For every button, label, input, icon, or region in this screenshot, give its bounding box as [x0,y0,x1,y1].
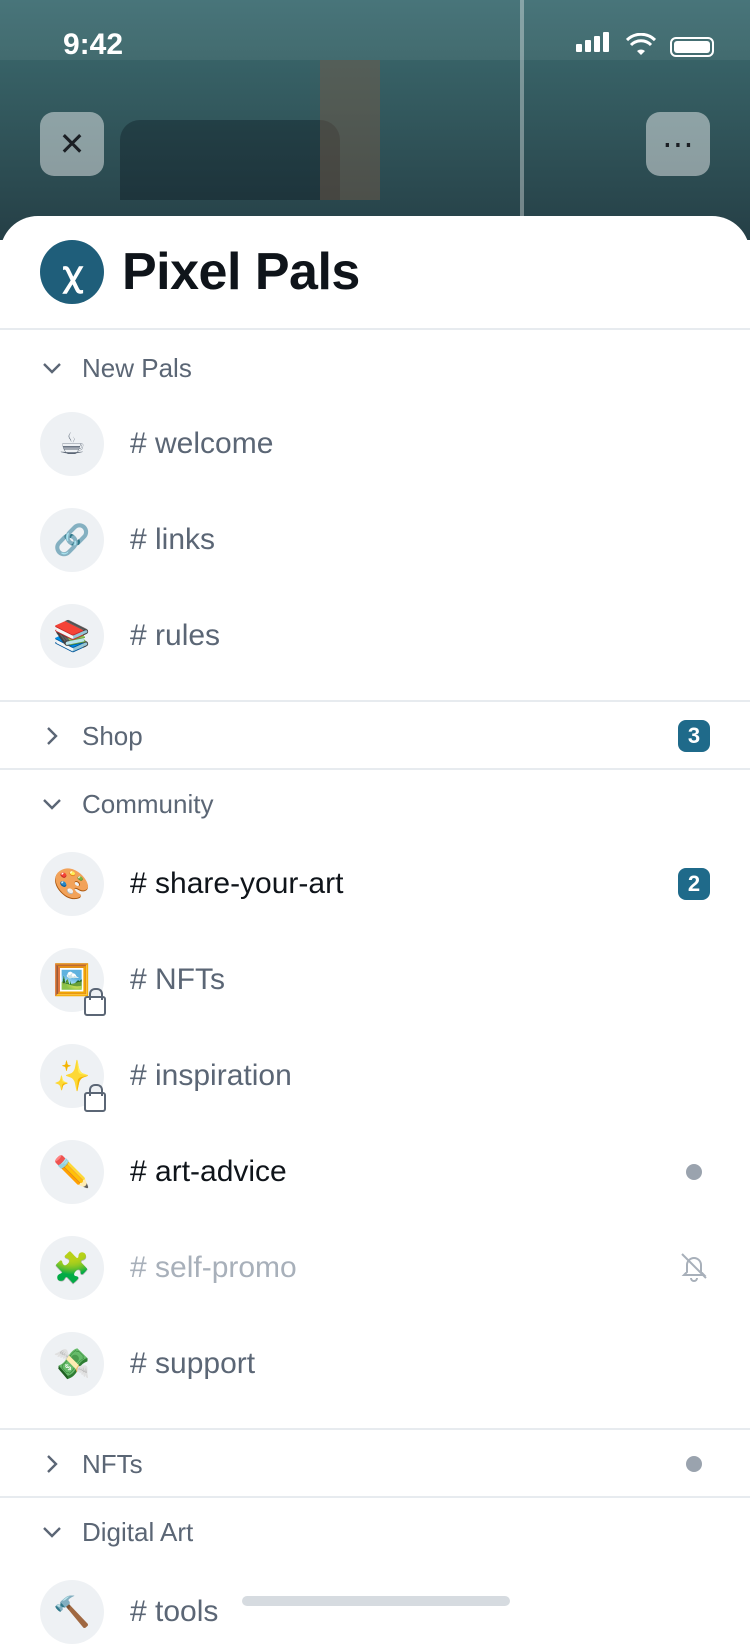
status-icons [576,32,714,57]
pencil-icon: ✏️ [40,1140,104,1204]
books-icon: 📚 [40,604,104,668]
channel-name: # share-your-art [130,867,344,900]
section-community[interactable]: Community [40,784,213,824]
unread-dot [686,1164,702,1180]
section-new-pals[interactable]: New Pals [40,348,192,388]
section-title: Digital Art [82,1516,194,1547]
divider [0,1496,750,1498]
channel-nfts[interactable]: 🖼️ # NFTs [40,948,710,1016]
channel-emoji: ✨ [53,1059,91,1093]
palette-icon: 🎨 [40,852,104,916]
divider [0,328,750,330]
more-button[interactable]: ⋯ [646,112,710,176]
section-title: New Pals [82,352,192,383]
channel-name: # welcome [130,427,274,460]
more-icon: ⋯ [662,126,694,162]
close-button[interactable]: ✕ [40,112,104,176]
channel-name: # art-advice [130,1155,287,1188]
sparkles-icon: ✨ [40,1044,106,1112]
lock-icon [84,1084,106,1112]
chevron-right-icon [47,1455,58,1473]
chevron-down-icon [43,799,61,810]
channel-emoji: 🖼️ [53,963,91,997]
server-header: ꭓ Pixel Pals [40,240,360,304]
chevron-right-icon [47,727,58,745]
chevron-down-icon [43,363,61,374]
section-nfts[interactable]: NFTs [40,1444,710,1484]
section-shop[interactable]: Shop 3 [40,716,710,756]
divider [0,1428,750,1430]
section-title: NFTs [82,1448,143,1479]
unread-badge: 2 [678,868,710,900]
section-digital-art[interactable]: Digital Art [40,1512,193,1552]
channel-sheet: ꭓ Pixel Pals New Pals ☕ # welcome 🔗 # li… [0,216,750,1644]
section-title: Community [82,788,214,819]
channel-tools[interactable]: 🔨 # tools [40,1580,710,1644]
channel-welcome[interactable]: ☕ # welcome [40,412,710,476]
puzzle-icon: 🧩 [40,1236,104,1300]
signal-icon [576,32,612,57]
channel-name: # rules [130,619,221,652]
channel-name: # inspiration [130,1059,292,1092]
channel-rules[interactable]: 📚 # rules [40,604,710,668]
framed-picture-icon: 🖼️ [40,948,106,1016]
channel-name: # support [130,1347,256,1380]
unread-dot [686,1456,702,1472]
channel-support[interactable]: 💸 # support [40,1332,710,1396]
server-banner: 9:42 ✕ ⋯ [0,0,750,240]
divider [0,768,750,770]
link-icon: 🔗 [40,508,104,572]
unread-badge: 3 [678,720,710,752]
divider [0,700,750,702]
section-title: Shop [82,720,143,751]
channel-inspiration[interactable]: ✨ # inspiration [40,1044,710,1112]
hammer-icon: 🔨 [40,1580,104,1644]
wifi-icon [626,33,656,55]
close-icon: ✕ [58,126,86,162]
coffee-icon: ☕ [40,412,104,476]
channel-name: # links [130,523,216,556]
chevron-down-icon [43,1527,61,1538]
server-logo-icon: ꭓ [40,240,104,304]
money-icon: 💸 [40,1332,104,1396]
channel-share-your-art[interactable]: 🎨 # share-your-art 2 [40,852,710,916]
battery-icon [670,37,714,57]
channel-art-advice[interactable]: ✏️ # art-advice [40,1140,710,1204]
bell-off-icon [681,1253,707,1282]
server-name: Pixel Pals [122,243,360,301]
channel-name: # NFTs [130,963,226,996]
channel-links[interactable]: 🔗 # links [40,508,710,572]
home-indicator[interactable] [242,1596,510,1606]
channel-self-promo[interactable]: 🧩 # self-promo [40,1236,710,1300]
channel-name: # self-promo [130,1251,297,1284]
lock-icon [84,988,106,1016]
status-time: 9:42 [63,28,124,61]
